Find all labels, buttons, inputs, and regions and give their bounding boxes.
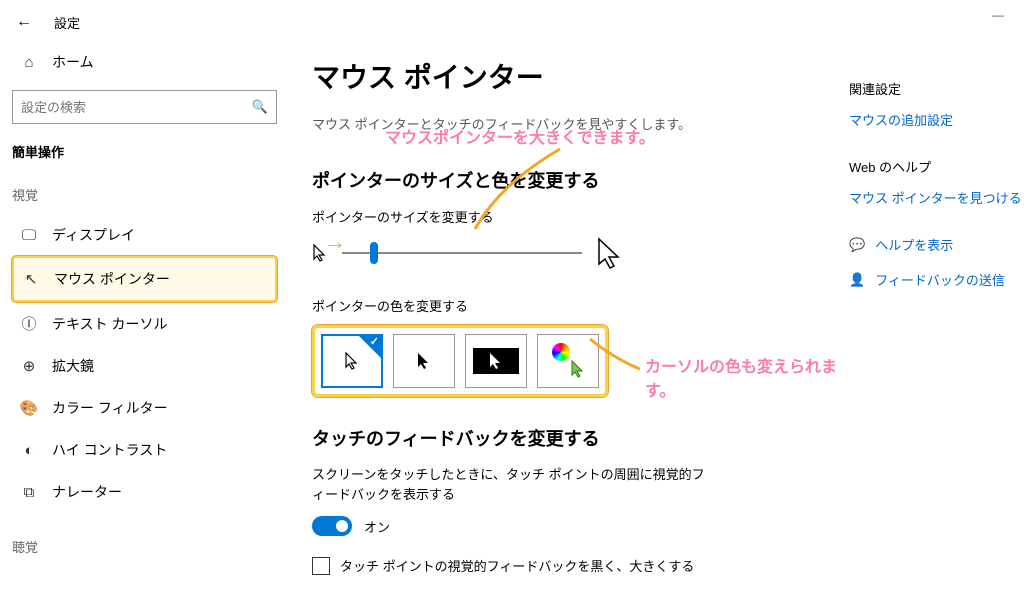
sidebar-item-mouse-pointer[interactable]: ↖ マウス ポインター <box>12 256 277 302</box>
color-option-black[interactable] <box>393 334 455 388</box>
toggle-state-label: オン <box>364 517 390 536</box>
color-option-white[interactable] <box>321 334 383 388</box>
main-content: マウス ポインター マウス ポインターとタッチのフィードバックを見やすくします。… <box>290 44 849 613</box>
color-option-inverted[interactable] <box>465 334 527 388</box>
help-label: ヘルプを表示 <box>875 235 953 254</box>
right-column: 関連設定 マウスの追加設定 Web のヘルプ マウス ポインターを見つける 💬 … <box>849 44 1024 613</box>
sidebar-item-narrator[interactable]: ⧉ ナレーター <box>12 471 277 513</box>
get-help-link[interactable]: 💬 ヘルプを表示 <box>849 235 1024 254</box>
window-controls[interactable]: — <box>992 8 1004 22</box>
home-icon: ⌂ <box>20 54 38 71</box>
sidebar-item-label: 拡大鏡 <box>52 356 94 376</box>
slider-thumb[interactable] <box>370 242 378 264</box>
window-title: 設定 <box>54 13 80 32</box>
feedback-label: フィードバックの送信 <box>875 270 1005 289</box>
search-input[interactable] <box>21 100 252 115</box>
section-touch: タッチのフィードバックを変更する <box>312 425 819 451</box>
annotation-arrow: → <box>324 229 346 255</box>
help-icon: 💬 <box>849 237 865 253</box>
sidebar-item-high-contrast[interactable]: ◐ ハイ コントラスト <box>12 429 277 471</box>
sidebar-item-magnifier[interactable]: ⊕ 拡大鏡 <box>12 345 277 387</box>
sidebar-item-label: カラー フィルター <box>52 398 168 418</box>
sidebar-item-label: ナレーター <box>52 482 122 502</box>
slider-label: ポインターのサイズを変更する <box>312 207 819 226</box>
color-filter-icon: 🎨 <box>20 399 38 417</box>
minimize-icon[interactable]: — <box>992 8 1004 22</box>
color-label: ポインターの色を変更する <box>312 296 819 315</box>
sidebar-item-label: マウス ポインター <box>54 269 170 289</box>
page-title: マウス ポインター <box>312 56 819 96</box>
annotation-size: マウスポインターを大きくできます。 <box>385 124 655 148</box>
feedback-icon: 👤 <box>849 272 865 288</box>
annotation-color: カーソルの色も変えられます。 <box>645 353 849 401</box>
narrator-icon: ⧉ <box>20 484 38 501</box>
section-heading: 簡単操作 <box>12 142 277 161</box>
related-settings-head: 関連設定 <box>849 79 1024 98</box>
pointer-color-options <box>312 325 608 397</box>
slider-track[interactable] <box>342 252 582 254</box>
color-option-custom[interactable] <box>537 334 599 388</box>
web-help-link[interactable]: マウス ポインターを見つける <box>849 188 1024 207</box>
text-cursor-icon: Ⓘ <box>20 313 38 334</box>
sidebar-item-text-cursor[interactable]: Ⓘ テキスト カーソル <box>12 302 277 345</box>
search-icon: 🔍 <box>252 99 268 115</box>
sidebar-item-label: ディスプレイ <box>52 225 135 245</box>
related-settings-link[interactable]: マウスの追加設定 <box>849 110 1024 129</box>
sidebar-item-label: ハイ コントラスト <box>52 440 167 460</box>
back-button[interactable]: ← <box>16 13 32 31</box>
magnifier-icon: ⊕ <box>20 357 38 375</box>
search-input-wrap[interactable]: 🔍 <box>12 90 277 124</box>
subsection-visual: 視覚 <box>12 185 277 204</box>
subsection-audio: 聴覚 <box>12 537 277 556</box>
touch-feedback-toggle[interactable] <box>312 516 352 536</box>
sidebar-item-color-filter[interactable]: 🎨 カラー フィルター <box>12 387 277 429</box>
home-nav[interactable]: ⌂ ホーム <box>12 44 277 80</box>
sidebar-item-label: テキスト カーソル <box>52 314 167 334</box>
touch-description: スクリーンをタッチしたときに、タッチ ポイントの周囲に視覚的フィードバックを表示… <box>312 465 712 504</box>
feedback-link[interactable]: 👤 フィードバックの送信 <box>849 270 1024 289</box>
pointer-size-slider[interactable] <box>312 236 819 270</box>
dark-large-feedback-checkbox[interactable] <box>312 557 330 575</box>
sidebar-item-display[interactable]: 🖵 ディスプレイ <box>12 214 277 256</box>
section-size-color: ポインターのサイズと色を変更する <box>312 167 819 193</box>
cursor-icon: ↖ <box>22 270 40 288</box>
checkbox-label: タッチ ポイントの視覚的フィードバックを黒く、大きくする <box>340 556 694 575</box>
contrast-icon: ◐ <box>20 442 38 459</box>
home-label: ホーム <box>52 52 94 72</box>
display-icon: 🖵 <box>20 227 38 244</box>
sidebar: ⌂ ホーム 🔍 簡単操作 視覚 🖵 ディスプレイ ↖ マウス ポインター Ⓘ テ… <box>0 44 290 613</box>
web-help-head: Web のヘルプ <box>849 157 1024 176</box>
cursor-large-icon <box>596 236 624 270</box>
color-wheel-icon <box>552 343 570 361</box>
